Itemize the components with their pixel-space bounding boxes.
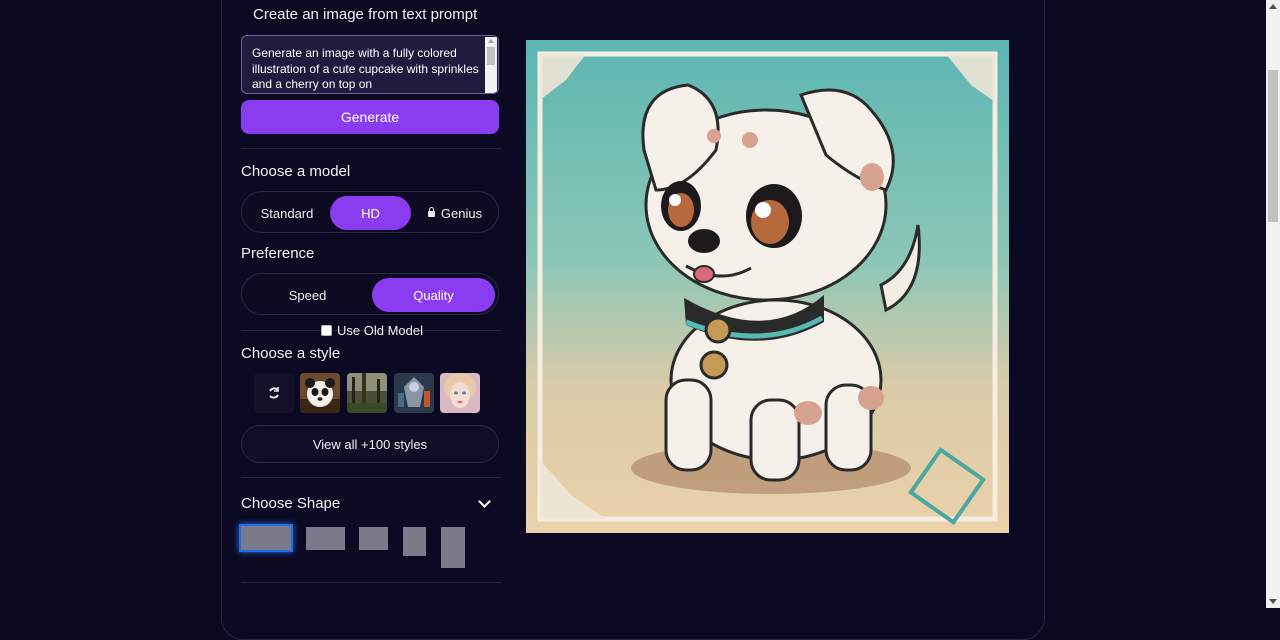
panel-title: Create an image from text prompt <box>253 6 478 23</box>
shape-option-square[interactable] <box>359 527 388 550</box>
shape-option-landscape-wide[interactable] <box>239 524 293 552</box>
forest-thumbnail <box>347 373 387 413</box>
style-thumb-robot-warrior[interactable] <box>394 373 434 413</box>
model-label: Choose a model <box>241 163 351 180</box>
model-selector: Standard HD Genius <box>241 191 499 233</box>
model-option-hd[interactable]: HD <box>330 196 411 230</box>
divider <box>241 477 501 478</box>
model-option-standard[interactable]: Standard <box>246 196 328 230</box>
shape-option-portrait[interactable] <box>403 527 426 556</box>
generated-image <box>526 40 1009 533</box>
style-thumb-panda[interactable] <box>300 373 340 413</box>
style-label: Choose a style <box>241 345 341 362</box>
fantasy-girl-thumbnail <box>440 373 480 413</box>
prompt-text: Generate an image with a fully colored i… <box>252 46 479 91</box>
page-scrollbar[interactable] <box>1266 0 1280 608</box>
view-all-styles-button[interactable]: View all +100 styles <box>241 425 499 463</box>
scroll-down-icon[interactable] <box>1269 599 1277 604</box>
divider <box>241 582 501 583</box>
robot-warrior-thumbnail <box>394 373 434 413</box>
scroll-up-icon[interactable] <box>1269 4 1277 9</box>
divider <box>241 148 501 149</box>
style-reset-button[interactable] <box>254 373 294 413</box>
puppy-illustration <box>537 51 998 525</box>
scroll-up-icon[interactable] <box>488 39 494 43</box>
prompt-scroll-thumb[interactable] <box>487 47 495 65</box>
model-option-genius[interactable]: Genius <box>414 196 496 230</box>
lock-icon <box>427 207 435 217</box>
prompt-input[interactable]: Generate an image with a fully colored i… <box>241 35 499 94</box>
style-thumb-forest[interactable] <box>347 373 387 413</box>
shape-option-landscape[interactable] <box>306 527 345 550</box>
use-old-model-toggle[interactable]: Use Old Model <box>321 322 423 338</box>
reset-icon <box>269 387 279 399</box>
model-option-genius-label: Genius <box>440 205 483 221</box>
shape-label: Choose Shape <box>241 495 341 512</box>
preference-label: Preference <box>241 245 315 262</box>
style-thumb-fantasy-girl[interactable] <box>440 373 480 413</box>
panda-thumbnail <box>300 373 340 413</box>
shape-option-portrait-tall[interactable] <box>441 527 465 568</box>
prompt-scrollbar[interactable] <box>485 37 497 93</box>
preference-selector: Speed Quality <box>241 273 499 315</box>
old-model-label: Use Old Model <box>337 322 423 338</box>
preference-option-quality[interactable]: Quality <box>372 278 495 312</box>
page-scroll-thumb[interactable] <box>1268 70 1278 222</box>
generate-button[interactable]: Generate <box>241 100 499 134</box>
preference-option-speed[interactable]: Speed <box>246 278 369 312</box>
old-model-checkbox[interactable] <box>321 324 332 336</box>
